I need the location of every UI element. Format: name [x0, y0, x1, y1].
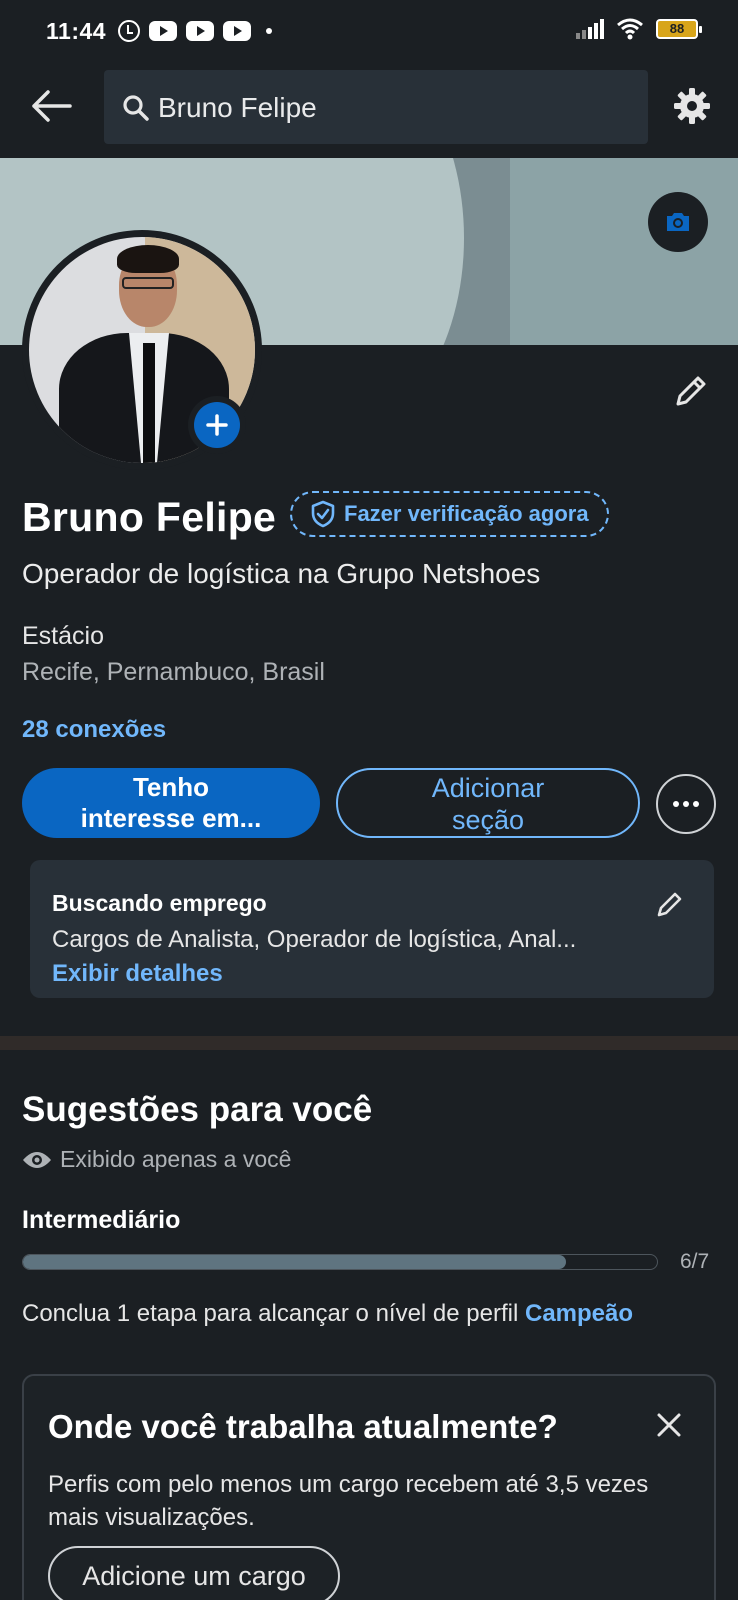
youtube-icon — [223, 21, 251, 41]
youtube-icon — [186, 21, 214, 41]
add-section-button[interactable]: Adicionar seção — [336, 768, 640, 838]
wifi-icon — [617, 18, 643, 40]
system-icons: 88 — [576, 18, 702, 40]
profile-headline: Operador de logística na Grupo Netshoes — [22, 558, 541, 589]
more-options-button[interactable] — [656, 774, 716, 834]
open-to-work-description: Cargos de Analista, Operador de logístic… — [52, 926, 577, 953]
private-note-text: Exibido apenas a você — [60, 1146, 292, 1172]
youtube-icon — [149, 21, 177, 41]
status-bar: 11:44 88 — [0, 0, 738, 66]
verify-label: Fazer verificação agora — [344, 501, 589, 526]
profile-level: Intermediário — [22, 1206, 181, 1234]
alarm-icon — [118, 20, 140, 42]
close-icon[interactable] — [654, 1410, 684, 1440]
suggestion-text: Perfis com pelo menos um cargo recebem a… — [48, 1471, 649, 1531]
gear-icon[interactable] — [672, 86, 712, 126]
notification-icons — [118, 20, 272, 42]
edit-intro-pencil-icon[interactable] — [670, 370, 712, 412]
show-details-link[interactable]: Exibir detalhes — [52, 960, 223, 988]
profile-strength-bar — [22, 1254, 658, 1270]
add-section-label-line1: Adicionar — [431, 773, 545, 803]
add-section-label-line2: seção — [451, 805, 525, 835]
open-to-work-card[interactable]: Buscando emprego Cargos de Analista, Ope… — [30, 860, 714, 998]
verify-now-button[interactable]: Fazer verificação agora — [290, 491, 609, 537]
suggestion-card: Onde você trabalha atualmente? Perfis co… — [22, 1374, 716, 1600]
back-arrow-icon[interactable] — [28, 86, 74, 126]
status-time: 11:44 — [46, 18, 107, 44]
battery-icon: 88 — [656, 19, 702, 39]
pencil-icon[interactable] — [654, 888, 686, 920]
connections-link[interactable]: 28 conexões — [22, 716, 166, 744]
profile-school[interactable]: Estácio — [22, 622, 104, 651]
section-divider — [0, 1036, 738, 1050]
camera-icon — [667, 213, 689, 231]
app-bar: Bruno Felipe — [0, 66, 738, 158]
next-level-name[interactable]: Campeão — [525, 1300, 633, 1327]
add-photo-button[interactable] — [188, 396, 246, 454]
plus-icon — [206, 414, 228, 436]
edit-banner-button[interactable] — [648, 192, 708, 252]
private-note: Exibido apenas a você — [22, 1146, 291, 1173]
open-to-work-title: Buscando emprego — [52, 890, 267, 916]
open-to-label-line1: Tenho — [132, 772, 210, 802]
eye-icon — [23, 1151, 51, 1168]
search-bar[interactable]: Bruno Felipe — [104, 70, 648, 144]
profile-strength-fill — [23, 1255, 567, 1269]
profile-location: Recife, Pernambuco, Brasil — [22, 658, 325, 686]
add-position-button[interactable]: Adicione um cargo — [48, 1546, 340, 1600]
suggestion-question: Onde você trabalha atualmente? — [48, 1408, 558, 1445]
signal-icon — [576, 19, 604, 39]
search-icon — [123, 95, 149, 121]
open-to-label-line2: interesse em... — [80, 803, 262, 833]
next-level-text: Conclua 1 etapa para alcançar o nível de… — [22, 1300, 634, 1327]
profile-strength-label: 6/7 — [680, 1250, 710, 1273]
search-input-value[interactable]: Bruno Felipe — [158, 92, 317, 124]
ellipsis-icon — [673, 801, 679, 807]
suggestions-title: Sugestões para você — [22, 1090, 373, 1129]
open-to-button[interactable]: Tenho interesse em... — [22, 768, 320, 838]
profile-name: Bruno Felipe — [22, 494, 277, 540]
shield-check-icon — [311, 500, 335, 528]
more-notifications-dot — [266, 28, 272, 34]
